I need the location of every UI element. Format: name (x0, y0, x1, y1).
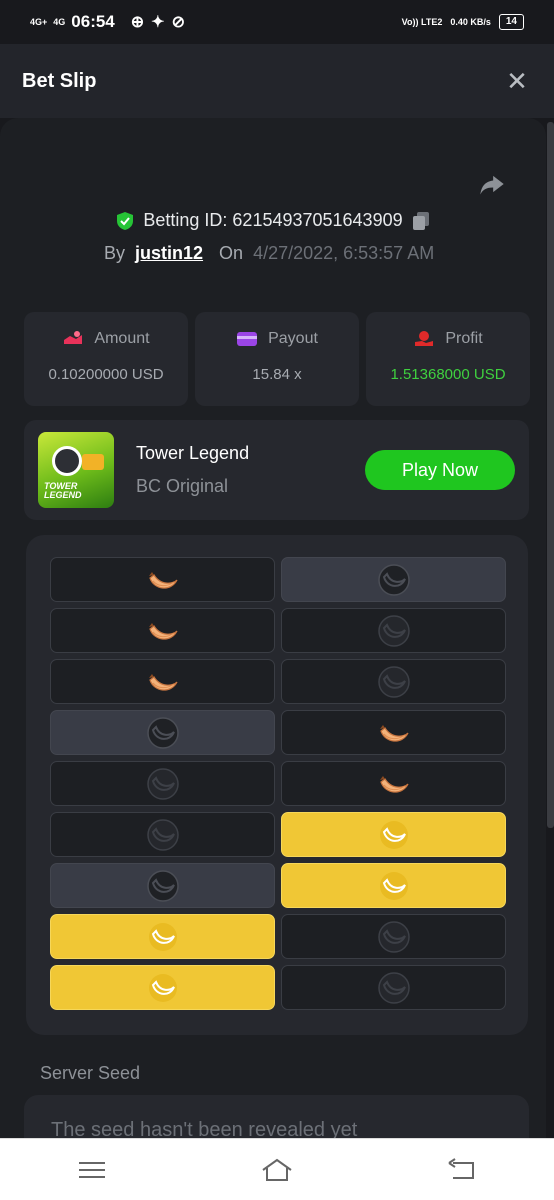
banana-icon (148, 673, 178, 691)
game-subtitle: BC Original (136, 476, 229, 496)
tower-cell (50, 557, 275, 602)
thumbnail-text: TOWER LEGEND (44, 481, 82, 500)
bet-date: 4/27/2022, 6:53:57 AM (253, 243, 435, 263)
money-icon (64, 331, 83, 344)
profit-label: Profit (445, 330, 483, 347)
server-seed-label: Server Seed (40, 1063, 141, 1083)
home-icon[interactable] (260, 1157, 294, 1183)
status-bar: 4G+ 4G 06:54 ⊕ ✦ ⊘ Vo)) LTE2 0.40 KB/s 1… (0, 0, 554, 44)
bet-slip-header: Bet Slip ✕ (0, 44, 554, 118)
tower-cell (281, 557, 506, 602)
play-now-button[interactable]: Play Now (365, 450, 515, 490)
tower-cell (50, 761, 275, 806)
tower-cell (281, 659, 506, 704)
banana-icon (148, 571, 178, 589)
tower-cell (281, 812, 506, 857)
mine-icon (146, 716, 179, 749)
scrollbar[interactable] (547, 122, 554, 828)
game-card: TOWER LEGEND Tower Legend BC Original Pl… (24, 420, 529, 520)
bettor-row: By justin12 On 4/27/2022, 6:53:57 AM (104, 243, 434, 264)
network-indicator-2: 4G (53, 16, 66, 27)
tower-cell (50, 608, 275, 653)
mine-icon (377, 971, 410, 1004)
on-label: On (219, 243, 244, 263)
crate-icon (82, 454, 104, 470)
tower-cell (50, 863, 275, 908)
tower-cell (281, 863, 506, 908)
tower-cell (281, 761, 506, 806)
mine-icon (377, 665, 410, 698)
copy-icon[interactable] (411, 211, 431, 231)
speed-indicator: 0.40 KB/s (450, 17, 491, 27)
tower-cell (281, 914, 506, 959)
banana-icon (379, 724, 409, 742)
wallet-icon (237, 332, 258, 346)
server-seed-text: The seed hasn't been revealed yet (51, 1119, 358, 1138)
system-nav-bar (0, 1138, 554, 1200)
tower-cell (281, 608, 506, 653)
mine-icon (146, 767, 179, 800)
tower-cell (281, 710, 506, 755)
payout-label: Payout (268, 330, 318, 347)
tower-cell (50, 914, 275, 959)
profit-icon (415, 331, 434, 346)
tower-cell (50, 659, 275, 704)
banana-outline-icon (379, 871, 408, 900)
tower-cell (50, 965, 275, 1010)
battery-icon: 14 (498, 14, 524, 30)
game-name: Tower Legend (136, 443, 250, 463)
back-icon[interactable] (445, 1157, 479, 1183)
stats-row: Amount 0.10200000 USD Payout 15.84 x Pro… (24, 312, 530, 406)
betting-id: Betting ID: 62154937051643909 (143, 210, 403, 230)
close-icon[interactable]: ✕ (502, 66, 532, 97)
tower-cell (50, 812, 275, 857)
tower-grid (50, 557, 506, 1010)
menu-icon[interactable] (75, 1157, 109, 1183)
twitter-icon: ✦ (151, 14, 165, 31)
tower-board (26, 535, 528, 1035)
profit-value: 1.51368000 USD (390, 366, 506, 383)
by-label: By (104, 243, 126, 263)
volte-indicator: Vo)) LTE2 (401, 17, 443, 27)
clock: 06:54 (71, 12, 115, 31)
mine-icon (377, 563, 410, 596)
bet-slip-panel: Betting ID: 62154937051643909 By justin1… (0, 118, 546, 1138)
server-seed-box: The seed hasn't been revealed yet (24, 1095, 529, 1138)
banana-outline-icon (148, 973, 177, 1002)
game-thumbnail[interactable]: TOWER LEGEND (38, 432, 114, 508)
username-link[interactable]: justin12 (135, 243, 203, 264)
amount-value: 0.10200000 USD (48, 366, 164, 383)
banana-outline-icon (148, 922, 177, 951)
mine-icon (377, 614, 410, 647)
profit-card: Profit 1.51368000 USD (366, 312, 530, 406)
mine-icon (377, 920, 410, 953)
banana-icon (148, 622, 178, 640)
vpn-icon: ⊘ (171, 14, 185, 31)
page-title: Bet Slip (22, 69, 97, 92)
amount-label: Amount (94, 330, 150, 347)
betting-id-row: Betting ID: 62154937051643909 (0, 210, 546, 231)
mine-icon (146, 869, 179, 902)
shield-icon (117, 211, 134, 230)
banana-icon (379, 775, 409, 793)
tower-cell (281, 965, 506, 1010)
gorilla-icon (52, 446, 82, 476)
grid-icon: ⊕ (130, 14, 145, 31)
share-icon[interactable] (478, 170, 506, 198)
mine-icon (146, 818, 179, 851)
amount-card: Amount 0.10200000 USD (24, 312, 188, 406)
banana-outline-icon (379, 820, 408, 849)
payout-value: 15.84 x (252, 366, 302, 383)
tower-cell (50, 710, 275, 755)
network-indicator: 4G+ (30, 16, 48, 27)
payout-card: Payout 15.84 x (195, 312, 359, 406)
